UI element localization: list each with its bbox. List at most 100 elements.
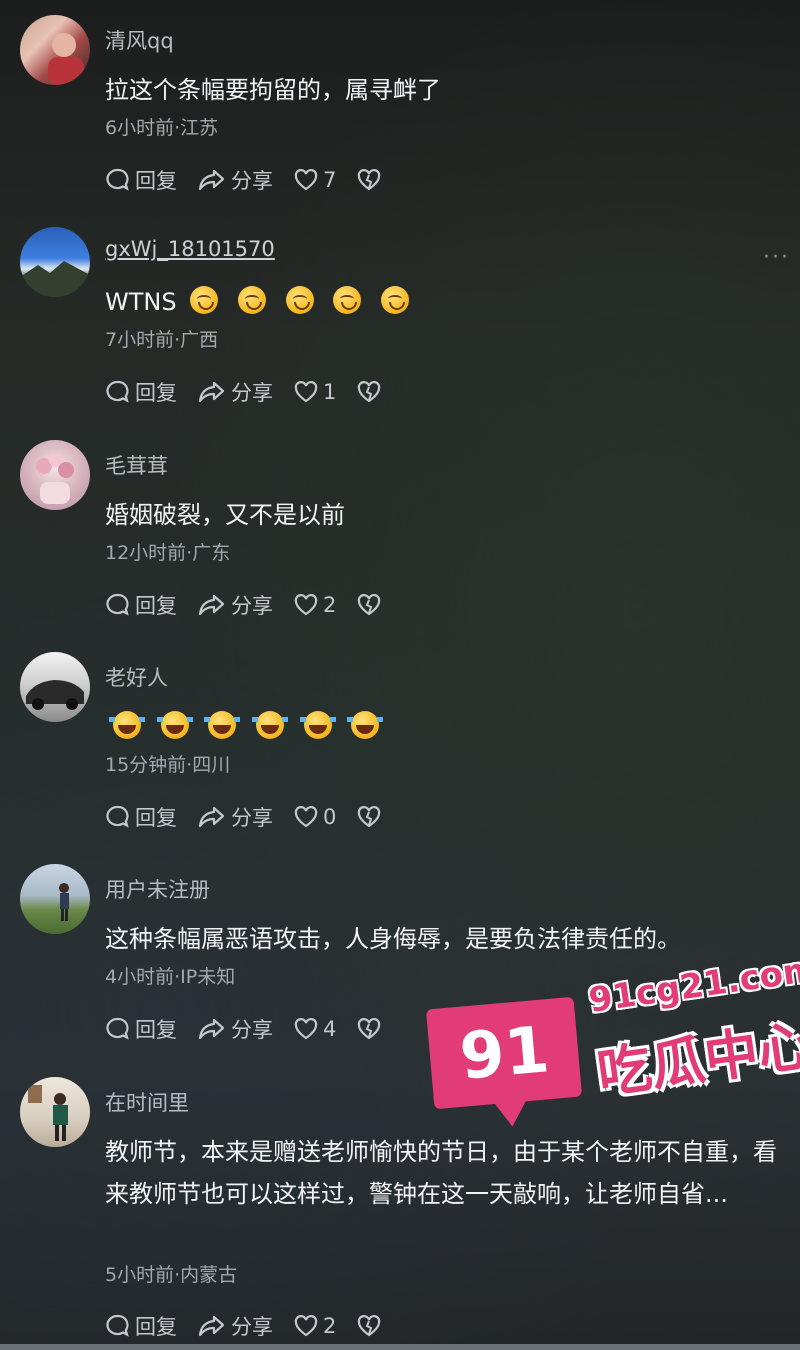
avatar[interactable]	[20, 440, 90, 510]
reply-icon	[106, 1017, 129, 1040]
laughing-tears-emoji	[251, 711, 288, 739]
comment-meta: 6小时前·江苏	[105, 117, 219, 139]
like-count: 2	[323, 593, 337, 617]
laughing-tears-emoji	[156, 711, 193, 739]
comment-meta: 5小时前·内蒙古	[105, 1264, 238, 1286]
crying-face-emoji	[380, 286, 409, 314]
heart-icon	[294, 1315, 318, 1337]
username[interactable]: gxWj_18101570	[105, 237, 275, 261]
comment-meta: 7小时前·广西	[105, 329, 219, 351]
heart-icon	[294, 381, 318, 403]
broken-heart-icon	[358, 594, 381, 616]
dislike-button[interactable]	[356, 805, 386, 829]
comment-text-content: WTNS	[105, 288, 177, 316]
comment-text: 这种条幅属恶语攻击，人身侮辱，是要负法律责任的。	[105, 925, 681, 953]
watermark-name: 吃瓜中心	[593, 1013, 800, 1106]
share-icon	[198, 1315, 225, 1337]
comment-meta: 12小时前·广东	[105, 542, 231, 564]
share-label: 分享	[231, 381, 273, 405]
crying-face-emoji	[237, 286, 266, 314]
reply-label: 回复	[135, 594, 177, 618]
reply-label: 回复	[135, 1018, 177, 1042]
crying-face-emoji	[333, 286, 362, 314]
dislike-button[interactable]	[356, 168, 386, 192]
dislike-button[interactable]	[356, 380, 386, 404]
username[interactable]: 毛茸茸	[105, 450, 168, 480]
reply-button[interactable]: 回复	[105, 590, 177, 620]
share-icon	[198, 381, 225, 403]
like-button[interactable]: 4	[293, 1017, 336, 1041]
username[interactable]: 用户未注册	[105, 874, 210, 904]
avatar[interactable]	[20, 864, 90, 934]
reply-button[interactable]: 回复	[105, 1014, 177, 1044]
like-count: 2	[323, 1314, 337, 1338]
dislike-button[interactable]	[356, 593, 386, 617]
like-button[interactable]: 7	[293, 168, 336, 192]
dislike-button[interactable]	[356, 1017, 386, 1041]
avatar[interactable]	[20, 227, 90, 297]
like-button[interactable]: 0	[293, 805, 336, 829]
broken-heart-icon	[358, 1018, 381, 1040]
like-button[interactable]: 2	[293, 1314, 336, 1338]
like-count: 7	[323, 168, 337, 192]
like-button[interactable]: 2	[293, 593, 336, 617]
comment-actions: 回复 分享 1	[105, 376, 406, 408]
reply-label: 回复	[135, 381, 177, 405]
avatar-image	[26, 680, 84, 710]
share-label: 分享	[231, 594, 273, 618]
more-options-button[interactable]: ···	[763, 245, 790, 270]
comment-text	[105, 706, 785, 748]
broken-heart-icon	[358, 169, 381, 191]
avatar-image	[28, 1085, 68, 1141]
share-label: 分享	[231, 1018, 273, 1042]
like-button[interactable]: 1	[293, 380, 336, 404]
like-count: 0	[323, 805, 337, 829]
laughing-tears-emoji	[204, 711, 241, 739]
share-button[interactable]: 分享	[197, 165, 273, 195]
broken-heart-icon	[358, 381, 381, 403]
comment-actions: 回复 分享 4	[105, 1013, 406, 1045]
share-button[interactable]: 分享	[197, 377, 273, 407]
reply-icon	[106, 593, 129, 616]
avatar-image	[20, 261, 90, 297]
share-icon	[198, 806, 225, 828]
reply-button[interactable]: 回复	[105, 1311, 177, 1341]
share-button[interactable]: 分享	[197, 1014, 273, 1044]
reply-label: 回复	[135, 1315, 177, 1339]
comment-actions: 回复 分享 2	[105, 589, 406, 621]
reply-icon	[106, 168, 129, 191]
reply-button[interactable]: 回复	[105, 165, 177, 195]
reply-button[interactable]: 回复	[105, 377, 177, 407]
avatar[interactable]	[20, 1077, 90, 1147]
share-label: 分享	[231, 1315, 273, 1339]
comment-text: WTNS	[105, 281, 785, 323]
share-button[interactable]: 分享	[197, 1311, 273, 1341]
heart-icon	[294, 169, 318, 191]
comment-actions: 回复 分享 2	[105, 1310, 406, 1342]
heart-icon	[294, 806, 318, 828]
watermark-number: 91	[456, 1013, 553, 1095]
heart-icon	[294, 594, 318, 616]
laughing-tears-emoji	[299, 711, 336, 739]
username[interactable]: 老好人	[105, 662, 168, 692]
avatar-image	[36, 453, 74, 504]
laughing-tears-emoji	[347, 711, 384, 739]
avatar[interactable]	[20, 15, 90, 85]
crying-face-emoji	[190, 286, 219, 314]
comment-meta: 15分钟前·四川	[105, 754, 231, 776]
username[interactable]: 清风qq	[105, 25, 174, 55]
reply-button[interactable]: 回复	[105, 802, 177, 832]
share-icon	[198, 1018, 225, 1040]
reply-icon	[106, 380, 129, 403]
share-button[interactable]: 分享	[197, 590, 273, 620]
reply-icon	[106, 1314, 129, 1337]
like-count: 1	[323, 380, 337, 404]
share-icon	[198, 169, 225, 191]
share-button[interactable]: 分享	[197, 802, 273, 832]
username[interactable]: 在时间里	[105, 1087, 189, 1117]
dislike-button[interactable]	[356, 1314, 386, 1338]
share-label: 分享	[231, 806, 273, 830]
avatar[interactable]	[20, 652, 90, 722]
reply-label: 回复	[135, 806, 177, 830]
share-icon	[198, 594, 225, 616]
